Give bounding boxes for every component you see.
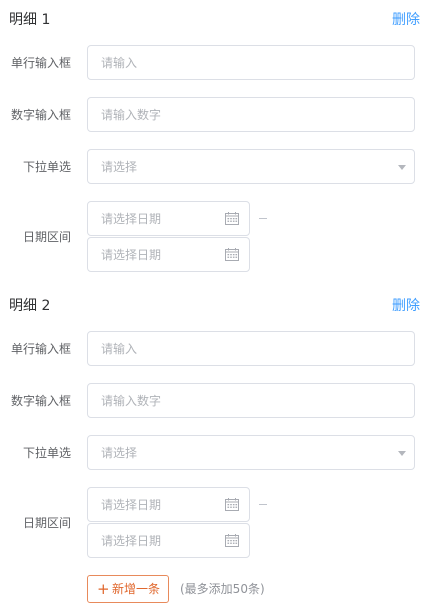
form-row-date-range: 日期区间 请选择日期 请选择日期 <box>0 487 435 559</box>
field-label: 数字输入框 <box>10 394 71 408</box>
dropdown-select[interactable]: 请选择 <box>87 149 415 184</box>
field-label: 下拉单选 <box>22 446 71 460</box>
form-row-single-line: 单行输入框 请输入 <box>0 331 435 366</box>
calendar-icon <box>225 534 239 547</box>
chevron-down-icon <box>398 165 406 170</box>
date-placeholder: 请选择日期 <box>101 248 162 262</box>
input-placeholder: 请输入数字 <box>101 394 162 408</box>
add-row-button[interactable]: + 新增一条 <box>87 575 169 603</box>
calendar-icon <box>225 498 239 511</box>
add-limit-note: (最多添加50条) <box>180 582 265 596</box>
number-input[interactable]: 请输入数字 <box>87 97 415 132</box>
form-row-date-range: 日期区间 请选择日期 请选择日期 <box>0 201 435 273</box>
form-row-dropdown: 下拉单选 请选择 <box>0 149 435 184</box>
add-row-label: 新增一条 <box>112 582 161 596</box>
detail-section-1: 明细 1 删除 单行输入框 请输入 数字输入框 请输入数字 下拉单选 请选择 日… <box>0 10 435 280</box>
select-placeholder: 请选择 <box>101 446 138 460</box>
date-placeholder: 请选择日期 <box>101 498 162 512</box>
range-separator <box>259 504 267 505</box>
form-row-number: 数字输入框 请输入数字 <box>0 383 435 418</box>
end-date-input[interactable]: 请选择日期 <box>87 237 250 272</box>
field-label: 下拉单选 <box>22 160 71 174</box>
section-header: 明细 2 删除 <box>0 296 435 320</box>
start-date-input[interactable]: 请选择日期 <box>87 487 250 522</box>
form-row-dropdown: 下拉单选 请选择 <box>0 435 435 470</box>
end-date-input[interactable]: 请选择日期 <box>87 523 250 558</box>
number-input[interactable]: 请输入数字 <box>87 383 415 418</box>
field-label: 数字输入框 <box>10 108 71 122</box>
section-title: 明细 1 <box>9 12 51 28</box>
section-header: 明细 1 删除 <box>0 10 435 34</box>
delete-button[interactable]: 删除 <box>392 10 420 30</box>
field-label: 日期区间 <box>22 230 71 244</box>
detail-section-2: 明细 2 删除 单行输入框 请输入 数字输入框 请输入数字 下拉单选 请选择 日… <box>0 296 435 566</box>
field-label: 日期区间 <box>22 516 71 530</box>
input-placeholder: 请输入 <box>101 342 138 356</box>
input-placeholder: 请输入 <box>101 56 138 70</box>
form-row-single-line: 单行输入框 请输入 <box>0 45 435 80</box>
select-placeholder: 请选择 <box>101 160 138 174</box>
date-placeholder: 请选择日期 <box>101 212 162 226</box>
calendar-icon <box>225 248 239 261</box>
start-date-input[interactable]: 请选择日期 <box>87 201 250 236</box>
delete-button[interactable]: 删除 <box>392 296 420 316</box>
single-line-input[interactable]: 请输入 <box>87 331 415 366</box>
dropdown-select[interactable]: 请选择 <box>87 435 415 470</box>
range-separator <box>259 218 267 219</box>
date-placeholder: 请选择日期 <box>101 534 162 548</box>
single-line-input[interactable]: 请输入 <box>87 45 415 80</box>
plus-icon: + <box>97 580 110 598</box>
section-title: 明细 2 <box>9 298 51 314</box>
form-row-number: 数字输入框 请输入数字 <box>0 97 435 132</box>
field-label: 单行输入框 <box>10 342 71 356</box>
field-label: 单行输入框 <box>10 56 71 70</box>
calendar-icon <box>225 212 239 225</box>
input-placeholder: 请输入数字 <box>101 108 162 122</box>
chevron-down-icon <box>398 451 406 456</box>
